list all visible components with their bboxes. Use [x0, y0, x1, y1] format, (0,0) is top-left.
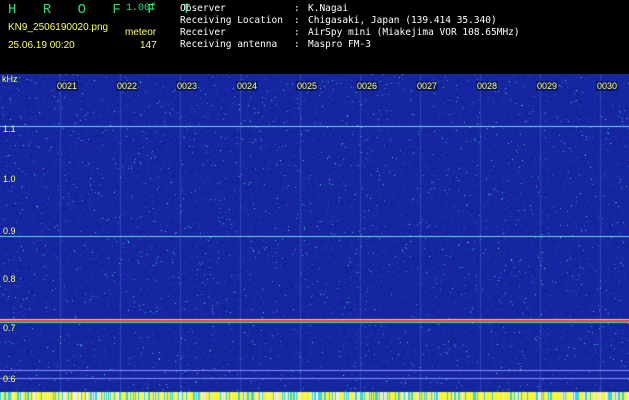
x-tick-label: 0029 — [536, 81, 559, 91]
x-tick-label: 0027 — [416, 81, 439, 91]
timestamp: 25.06.19 00:20 — [8, 40, 75, 51]
x-tick-label: 0030 — [596, 81, 619, 91]
x-tick-label: 0024 — [236, 81, 259, 91]
info-key: Receiving antenna — [180, 39, 278, 50]
y-axis-unit: kHz — [2, 74, 18, 84]
info-value: Maspro FM-3 — [308, 39, 371, 50]
info-sep: : — [294, 39, 300, 50]
info-value: Chigasaki, Japan (139.414 35.340) — [308, 15, 497, 26]
info-value: K.Nagai — [308, 3, 349, 14]
info-row-receiver: Receiver: AirSpy mini (Miakejima VOR 108.… — [180, 27, 520, 39]
info-sep: : — [294, 3, 300, 14]
y-tick-label: 0.7 — [3, 323, 16, 333]
info-row-location: Receiving Location: Chigasaki, Japan (139… — [180, 15, 520, 27]
info-value: AirSpy mini (Miakejima VOR 108.65MHz) — [308, 27, 520, 38]
info-sep: : — [294, 15, 300, 26]
info-sep: : — [294, 27, 300, 38]
x-tick-label: 0023 — [176, 81, 199, 91]
meteor-label: meteor — [125, 27, 157, 38]
y-tick-label: 0.8 — [3, 274, 16, 284]
x-tick-label: 0021 — [56, 81, 79, 91]
file-name: KN9_2506190020.png — [8, 22, 109, 33]
info-key: Receiver — [180, 27, 226, 38]
y-tick-label: 0.9 — [3, 226, 16, 236]
app-version: 1.00f — [126, 3, 157, 14]
y-tick-label: 1.0 — [3, 174, 16, 184]
y-tick-label: 0.6 — [3, 374, 16, 384]
info-key: Receiving Location — [180, 15, 283, 26]
x-tick-label: 0028 — [476, 81, 499, 91]
spectrogram-plot — [0, 74, 629, 400]
info-key: Observer — [180, 3, 226, 14]
x-tick-label: 0026 — [356, 81, 379, 91]
app-title: H R O F F T — [8, 2, 200, 18]
meteor-count: 147 — [140, 40, 157, 51]
x-tick-label: 0022 — [116, 81, 139, 91]
header-panel: H R O F F T 1.00f KN9_2506190020.png met… — [0, 0, 629, 74]
y-tick-label: 1.1 — [3, 124, 16, 134]
info-row-antenna: Receiving antenna: Maspro FM-3 — [180, 39, 520, 51]
x-tick-label: 0025 — [296, 81, 319, 91]
observation-info: Observer: K.Nagai Receiving Location: Chig… — [180, 3, 520, 51]
info-row-observer: Observer: K.Nagai — [180, 3, 520, 15]
